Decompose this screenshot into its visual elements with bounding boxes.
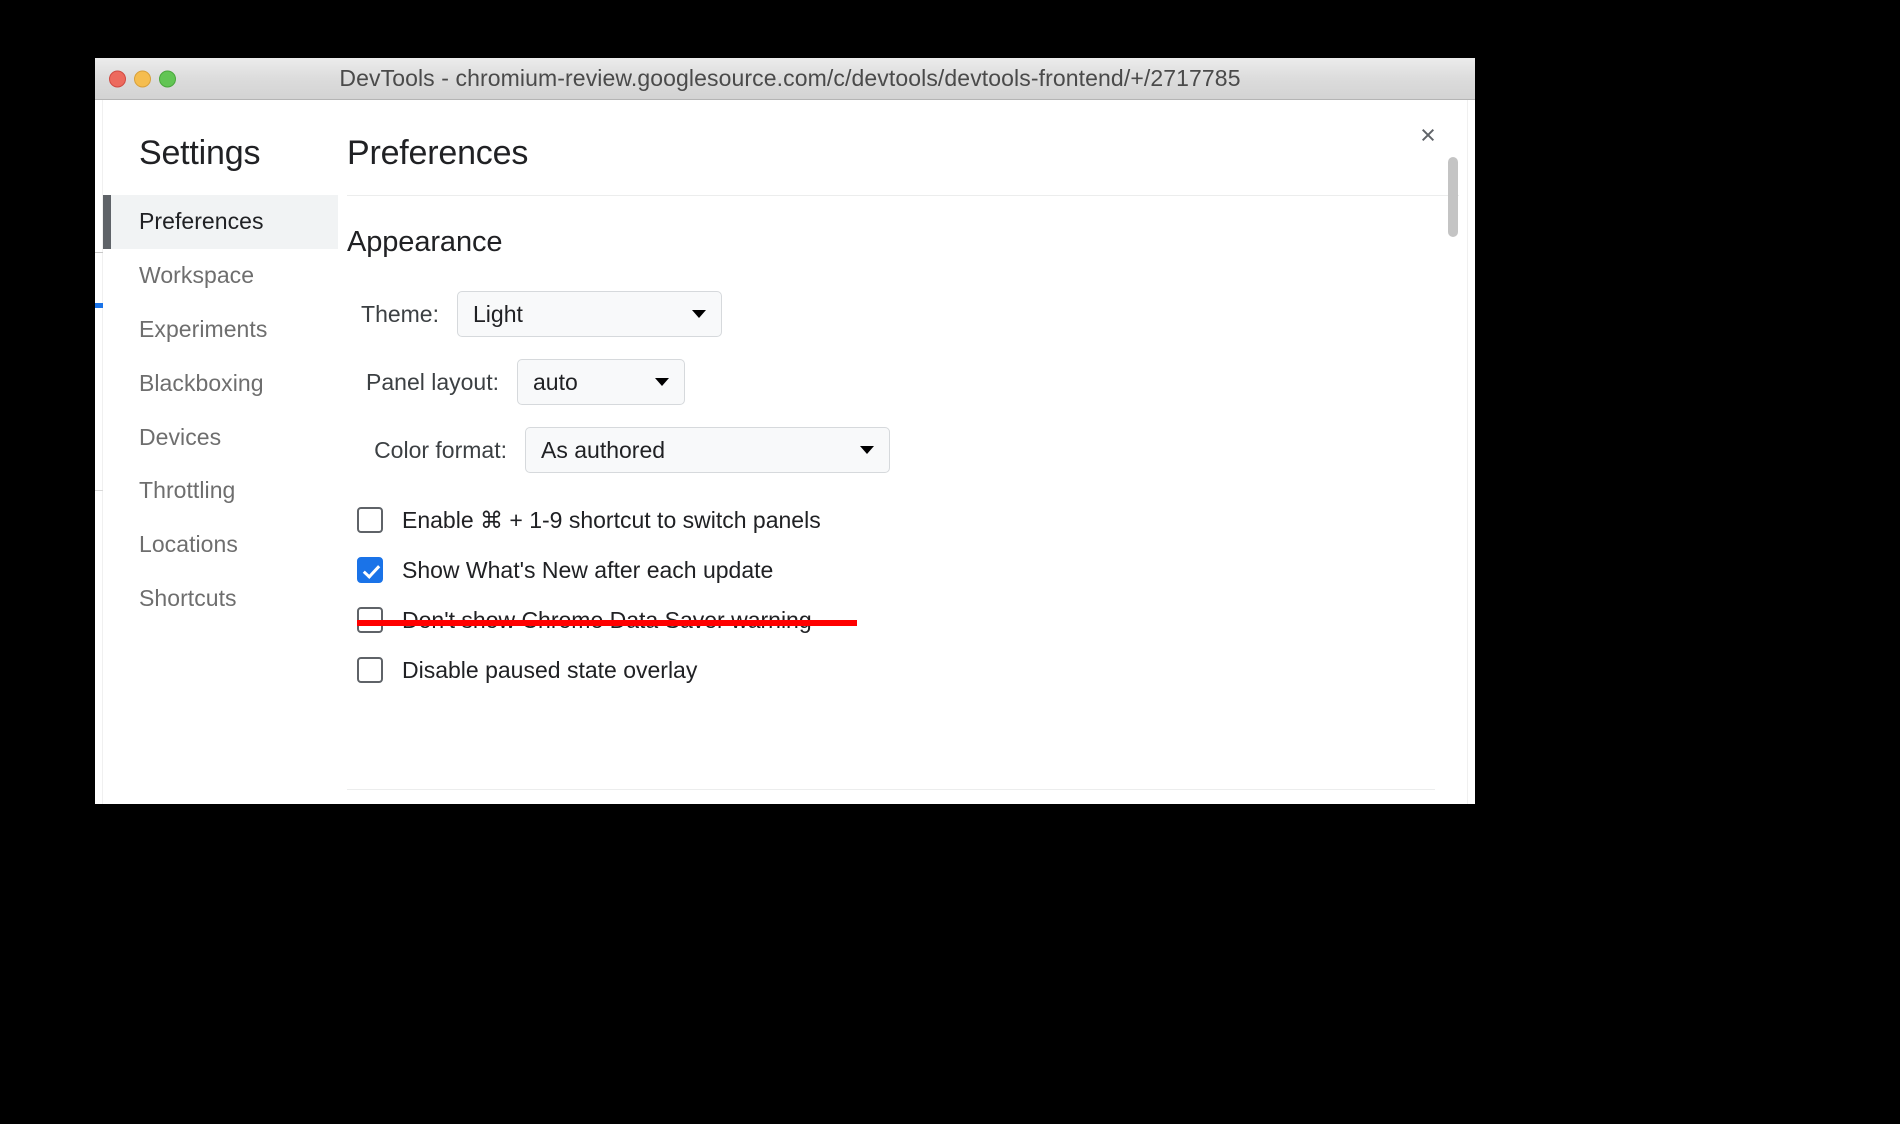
window-close-button[interactable]: [109, 70, 126, 87]
settings-dialog: × Settings Preferences Workspace Experim…: [103, 100, 1467, 804]
sidebar-item-locations[interactable]: Locations: [103, 518, 338, 572]
sidebar-item-blackboxing[interactable]: Blackboxing: [103, 357, 338, 411]
sidebar-item-label: Workspace: [139, 261, 255, 288]
sidebar-item-experiments[interactable]: Experiments: [103, 303, 338, 357]
sidebar-item-label: Devices: [139, 423, 222, 450]
window-minimize-button[interactable]: [134, 70, 151, 87]
panel-layout-label: Panel layout:: [366, 368, 499, 395]
window-maximize-button[interactable]: [159, 70, 176, 87]
theme-select-value: Light: [473, 300, 523, 327]
page-edge-right: [1467, 100, 1475, 804]
application-window: DevTools - chromium-review.googlesource.…: [95, 58, 1475, 804]
checkbox-row-show-whats-new[interactable]: Show What's New after each update: [357, 545, 1459, 595]
sidebar-item-label: Throttling: [139, 477, 236, 504]
theme-label: Theme:: [361, 300, 439, 327]
checkbox-disable-paused-overlay[interactable]: [357, 657, 383, 683]
close-icon[interactable]: ×: [1411, 118, 1445, 152]
checkbox-enable-shortcut[interactable]: [357, 507, 383, 533]
chevron-down-icon: [692, 310, 706, 318]
theme-field-row: Theme: Light: [347, 291, 1459, 337]
scrollbar-thumb[interactable]: [1448, 157, 1458, 237]
content-bottom-divider: [347, 789, 1435, 790]
sidebar-title: Settings: [139, 134, 261, 172]
sidebar-item-throttling[interactable]: Throttling: [103, 464, 338, 518]
chevron-down-icon: [655, 378, 669, 386]
settings-content: Preferences Appearance Theme: Light Pane…: [339, 100, 1467, 804]
checkbox-row-enable-shortcut[interactable]: Enable ⌘ + 1-9 shortcut to switch panels: [357, 495, 1459, 545]
section-heading-appearance: Appearance: [347, 226, 503, 258]
checkbox-label: Enable ⌘ + 1-9 shortcut to switch panels: [402, 506, 821, 533]
sidebar-item-label: Preferences: [139, 208, 264, 234]
page-edge-left: [95, 100, 103, 804]
checkbox-label: Show What's New after each update: [402, 556, 774, 583]
preferences-scroll-area: Appearance Theme: Light Panel layout: au…: [339, 196, 1467, 756]
checkbox-row-disable-paused-overlay[interactable]: Disable paused state overlay: [357, 645, 1459, 695]
checkbox-label: Don't show Chrome Data Saver warning: [402, 606, 812, 633]
sidebar-item-shortcuts[interactable]: Shortcuts: [103, 572, 338, 626]
color-format-select-value: As authored: [541, 436, 666, 463]
panel-layout-select[interactable]: auto: [517, 359, 685, 405]
color-format-label: Color format:: [374, 436, 507, 463]
panel-layout-field-row: Panel layout: auto: [347, 359, 1459, 405]
page-title: Preferences: [347, 134, 529, 172]
settings-sidebar: Settings Preferences Workspace Experimen…: [103, 100, 339, 804]
sidebar-item-devices[interactable]: Devices: [103, 411, 338, 465]
window-titlebar: DevTools - chromium-review.googlesource.…: [95, 58, 1475, 100]
sidebar-item-workspace[interactable]: Workspace: [103, 249, 338, 303]
color-format-select[interactable]: As authored: [525, 427, 890, 473]
checkbox-label: Disable paused state overlay: [402, 656, 698, 683]
checkbox-row-data-saver-warning[interactable]: Don't show Chrome Data Saver warning: [357, 595, 1459, 645]
sidebar-item-preferences[interactable]: Preferences: [103, 195, 338, 249]
window-traffic-lights: [109, 70, 176, 87]
theme-select[interactable]: Light: [457, 291, 722, 337]
panel-layout-select-value: auto: [533, 368, 578, 395]
window-title: DevTools - chromium-review.googlesource.…: [339, 65, 1241, 91]
sidebar-item-label: Experiments: [139, 315, 268, 342]
chevron-down-icon: [860, 446, 874, 454]
devtools-body: × Settings Preferences Workspace Experim…: [95, 100, 1475, 804]
color-format-field-row: Color format: As authored: [347, 427, 1459, 473]
scrollbar-track[interactable]: [1447, 157, 1459, 789]
checkbox-data-saver-warning[interactable]: [357, 607, 383, 633]
checkbox-show-whats-new[interactable]: [357, 557, 383, 583]
sidebar-item-label: Shortcuts: [139, 585, 237, 612]
sidebar-item-label: Blackboxing: [139, 369, 264, 396]
sidebar-item-label: Locations: [139, 531, 238, 558]
